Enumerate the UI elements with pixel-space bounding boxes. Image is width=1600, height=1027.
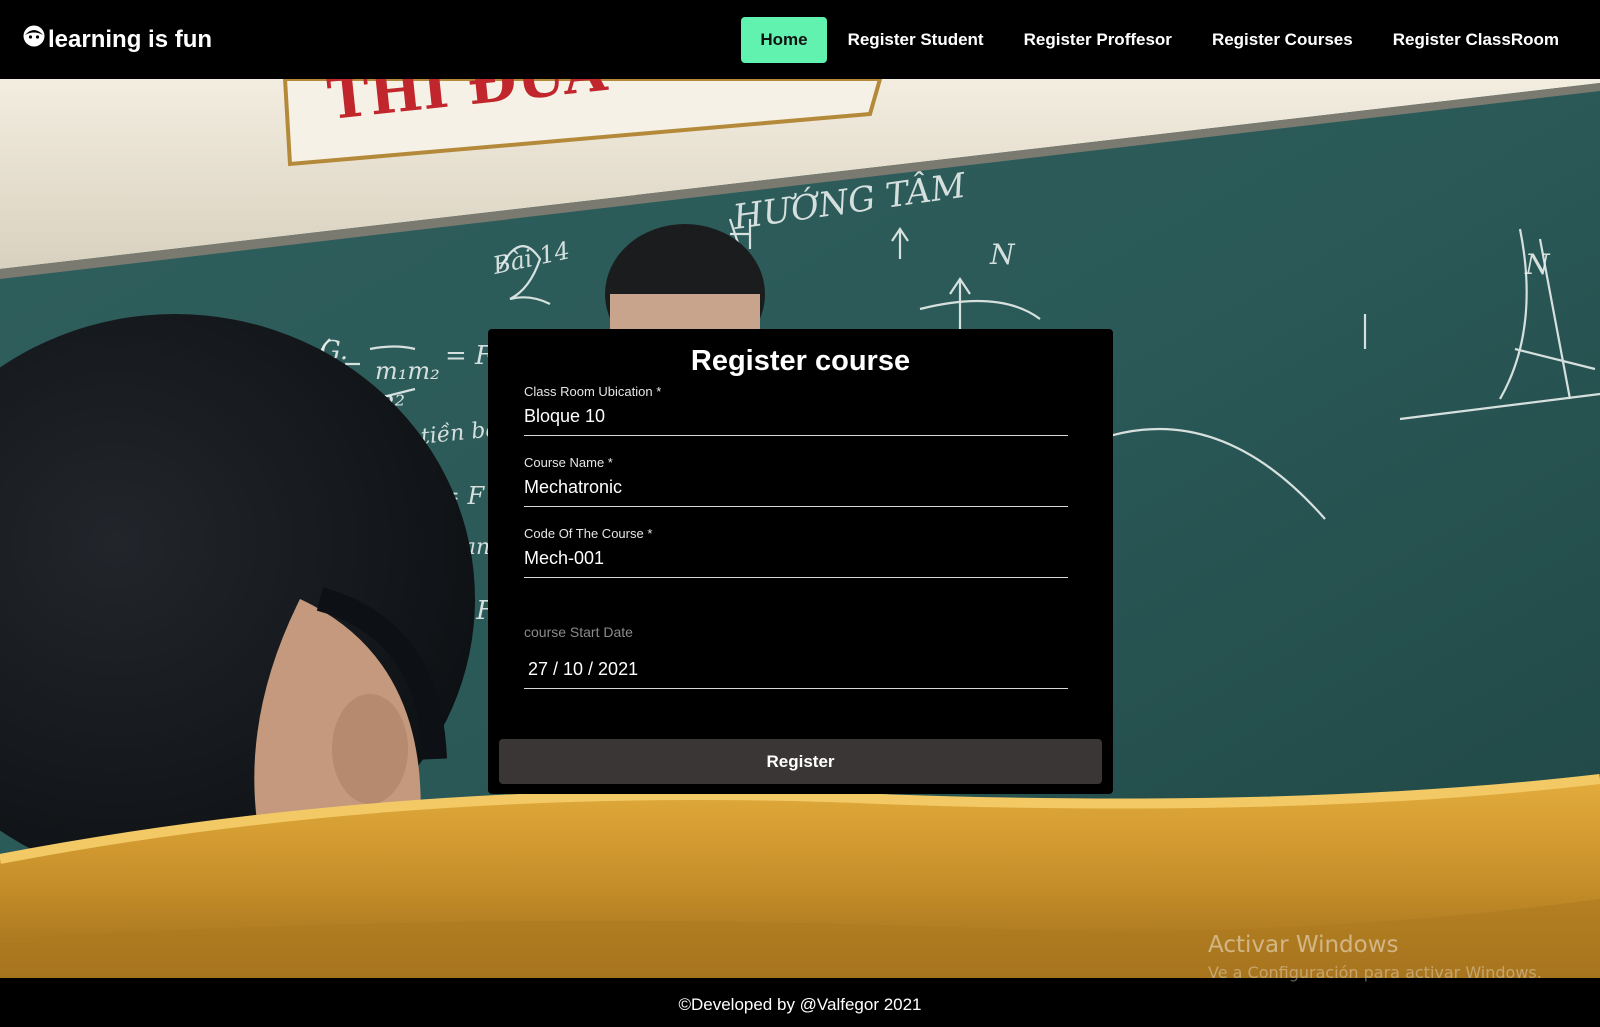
brand-link[interactable]: learning is fun	[22, 24, 213, 54]
classroom-field: Class Room Ubication *	[524, 384, 1068, 436]
course-code-input[interactable]	[524, 541, 1068, 578]
nav-register-professor[interactable]: Register Proffesor	[1005, 17, 1191, 63]
course-code-field: Code Of The Course *	[524, 526, 1068, 578]
watermark-title: Activar Windows	[1208, 932, 1399, 958]
start-date-label: course Start Date	[524, 624, 633, 640]
classroom-input[interactable]	[524, 399, 1068, 436]
course-code-label: Code Of The Course *	[524, 526, 653, 541]
svg-text:N: N	[1524, 248, 1551, 281]
top-navbar: learning is fun Home Register Student Re…	[0, 0, 1600, 79]
nav-register-classroom[interactable]: Register ClassRoom	[1374, 17, 1578, 63]
nav-register-courses[interactable]: Register Courses	[1193, 17, 1372, 63]
svg-text:= F: = F	[445, 341, 494, 371]
svg-text:m₁m₂: m₁m₂	[375, 357, 440, 385]
svg-text:N: N	[989, 238, 1016, 271]
start-date-input[interactable]	[524, 640, 1068, 689]
face-icon	[22, 24, 46, 48]
course-name-label: Course Name *	[524, 455, 613, 470]
nav-register-student[interactable]: Register Student	[829, 17, 1003, 63]
footer: ©Developed by @Valfegor 2021	[0, 978, 1600, 1027]
register-button[interactable]: Register	[499, 739, 1102, 784]
nav-home[interactable]: Home	[741, 16, 827, 63]
register-course-card: Register course Class Room Ubication * C…	[488, 329, 1113, 794]
course-name-field: Course Name *	[524, 455, 1068, 507]
brand-name: learning is fun	[48, 25, 213, 53]
classroom-label: Class Room Ubication *	[524, 384, 662, 399]
watermark-subtitle: Ve a Configuración para activar Windows.	[1208, 963, 1542, 982]
form-title: Register course	[690, 345, 911, 377]
start-date-field: course Start Date	[524, 624, 1068, 689]
nav-links: Home Register Student Register Proffesor…	[739, 16, 1578, 63]
footer-credit: ©Developed by @Valfegor 2021	[678, 995, 922, 1014]
windows-activation-watermark: Activar Windows Ve a Configuración para …	[1208, 932, 1542, 982]
course-name-input[interactable]	[524, 470, 1068, 507]
